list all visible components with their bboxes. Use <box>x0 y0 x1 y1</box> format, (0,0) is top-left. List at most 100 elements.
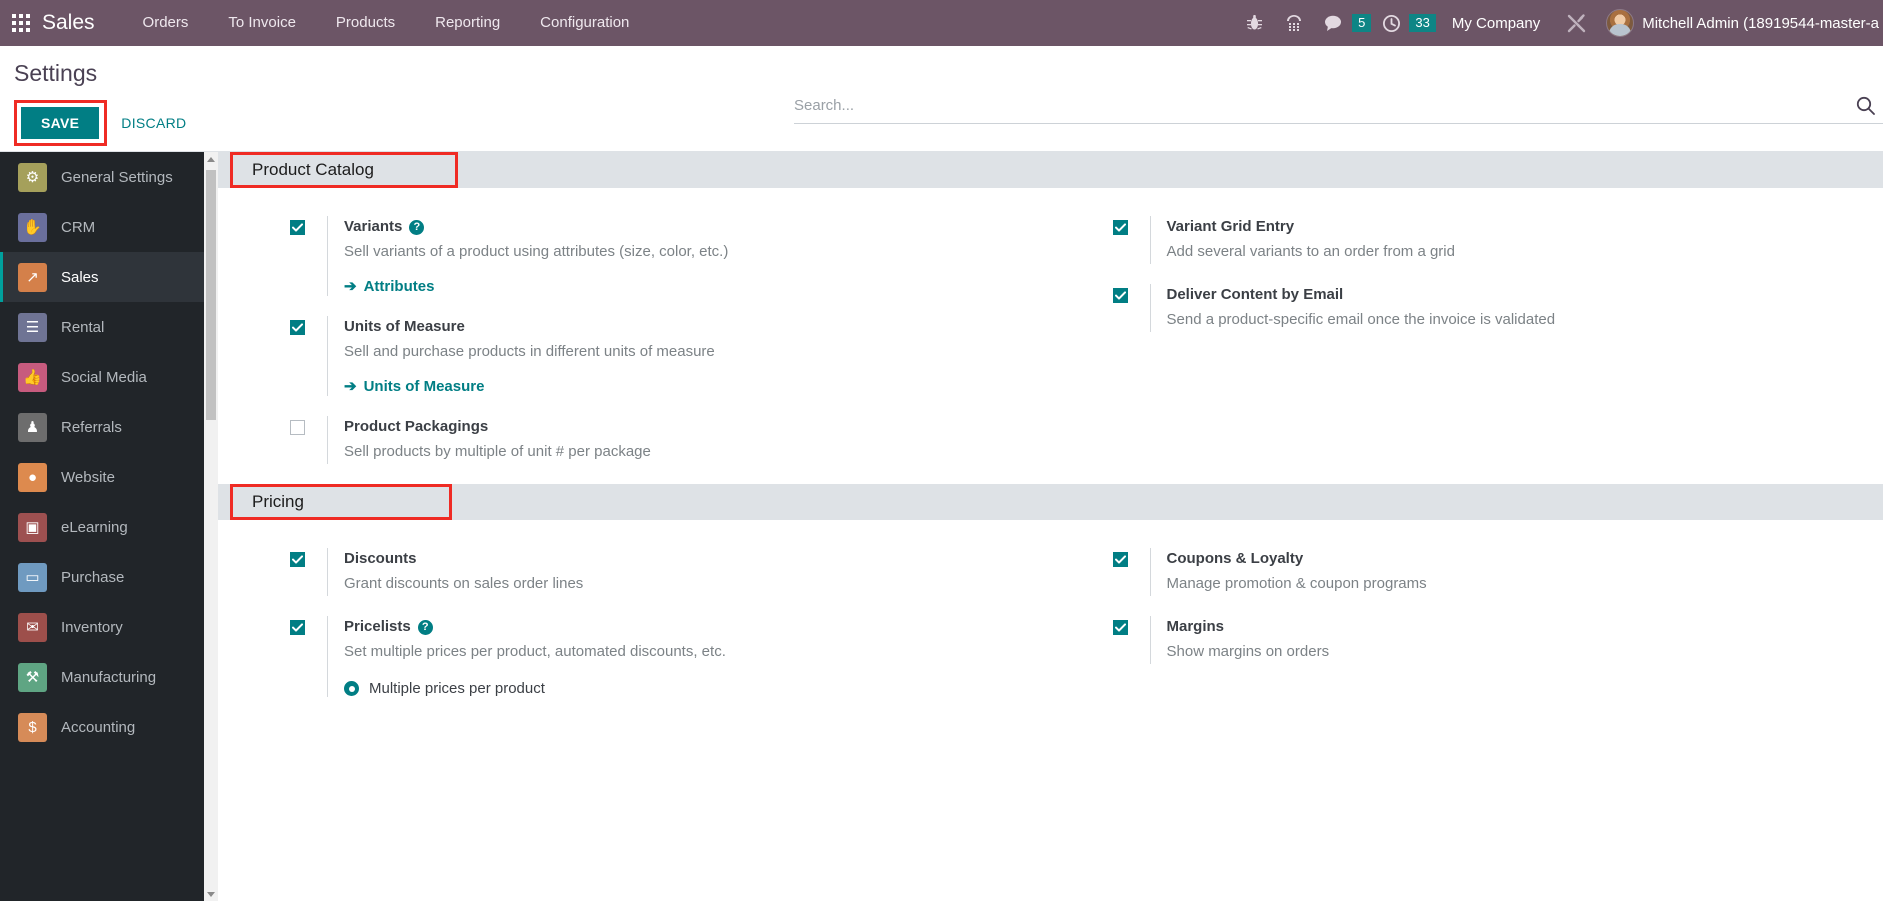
setting-label: Variants <box>344 218 403 235</box>
settings-column-left: Variants? Sell variants of a product usin… <box>218 206 1051 474</box>
radio-button[interactable] <box>344 681 359 696</box>
nav-menu-orders[interactable]: Orders <box>123 0 209 46</box>
setting-link-attributes[interactable]: ➔ Attributes <box>344 278 434 295</box>
activities-badge: 33 <box>1409 14 1436 32</box>
credit-card-icon: ▭ <box>18 562 47 592</box>
navbar-right-group: 5 33 My Company Mitchell Admin (18919544… <box>1234 0 1883 46</box>
setting-row: Coupons & Loyalty Manage promotion & coup… <box>1051 538 1883 606</box>
settings-content: Product Catalog Variants? Sell variants of… <box>218 152 1883 901</box>
sidebar-item-label: General Settings <box>61 168 173 186</box>
help-question-icon[interactable]: ? <box>417 619 433 635</box>
setting-description: Send a product-specific email once the i… <box>1166 311 1556 328</box>
sidebar-item-label: Accounting <box>61 718 136 736</box>
sidebar-item-referrals[interactable]: ♟ Referrals <box>0 402 218 452</box>
setting-description: Sell products by multiple of unit # per … <box>344 443 651 460</box>
section-title: Pricing <box>252 492 304 511</box>
checkbox-margins[interactable] <box>1112 620 1128 635</box>
company-switcher[interactable]: My Company <box>1436 15 1556 32</box>
search-input[interactable] <box>794 97 1883 118</box>
settings-section: Pricing Discounts Grant discounts on sales… <box>218 484 1883 717</box>
sidebar-item-crm[interactable]: ✋ CRM <box>0 202 218 252</box>
discard-button[interactable]: DISCARD <box>111 107 196 139</box>
invoice-dollar-icon: $ <box>18 712 47 742</box>
setting-title: Discounts <box>344 548 583 570</box>
sidebar-item-elearning[interactable]: ▣ eLearning <box>0 502 218 552</box>
checkbox-units-of-measure[interactable] <box>290 320 305 335</box>
sidebar-item-label: Sales <box>61 268 99 286</box>
scroll-up-arrow-icon[interactable] <box>204 152 218 166</box>
app-brand-sales[interactable]: Sales <box>42 11 95 35</box>
wrench-screwdriver-icon[interactable] <box>1556 0 1596 46</box>
setting-description: Sell variants of a product using attribu… <box>344 243 729 260</box>
radio-option-multiple-prices-per-product[interactable]: Multiple prices per product <box>344 680 726 697</box>
sidebar-item-inventory[interactable]: ✉ Inventory <box>0 602 218 652</box>
scroll-down-arrow-icon[interactable] <box>204 887 218 901</box>
sidebar-item-manufacturing[interactable]: ⚒ Manufacturing <box>0 652 218 702</box>
nav-menu-configuration[interactable]: Configuration <box>520 0 649 46</box>
settings-section: Product Catalog Variants? Sell variants of… <box>218 152 1883 484</box>
setting-body: Units of Measure Sell and purchase produc… <box>327 316 715 396</box>
checkbox-deliver-content-by-email[interactable] <box>1112 288 1128 303</box>
setting-label: Discounts <box>344 550 417 567</box>
checkbox-discounts[interactable] <box>290 552 305 567</box>
section-header: Product Catalog <box>218 152 1883 188</box>
user-avatar[interactable] <box>1606 9 1635 37</box>
apps-grid-icon[interactable] <box>12 14 30 32</box>
settings-column-right: Coupons & Loyalty Manage promotion & coup… <box>1051 538 1883 707</box>
sidebar-item-website[interactable]: ● Website <box>0 452 218 502</box>
sidebar-item-label: Manufacturing <box>61 668 157 686</box>
sidebar-item-label: Inventory <box>61 618 123 636</box>
setting-label: Variant Grid Entry <box>1166 218 1295 235</box>
setting-label: Coupons & Loyalty <box>1166 550 1304 567</box>
setting-link-units-of-measure[interactable]: ➔ Units of Measure <box>344 378 484 395</box>
setting-row: Product Packagings Sell products by multi… <box>218 406 1051 474</box>
sidebar-scrollbar[interactable] <box>204 152 218 901</box>
action-buttons: SAVE DISCARD <box>14 100 196 146</box>
sidebar-item-rental[interactable]: ☰ Rental <box>0 302 218 352</box>
setting-body: Margins Show margins on orders <box>1149 616 1329 664</box>
sidebar-item-social-media[interactable]: 👍 Social Media <box>0 352 218 402</box>
setting-label: Margins <box>1166 618 1225 635</box>
person-icon: ♟ <box>18 412 47 442</box>
setting-body: Product Packagings Sell products by multi… <box>327 416 651 464</box>
setting-link-label: Units of Measure <box>363 378 485 395</box>
dialpad-icon[interactable] <box>1274 0 1314 46</box>
setting-body: Discounts Grant discounts on sales order … <box>327 548 583 596</box>
chat-bubble-icon[interactable] <box>1314 0 1354 46</box>
setting-description: Set multiple prices per product, automat… <box>344 643 726 660</box>
search-view[interactable] <box>794 92 1883 124</box>
help-question-icon[interactable]: ? <box>409 219 425 235</box>
clock-icon[interactable] <box>1371 0 1411 46</box>
sidebar-item-purchase[interactable]: ▭ Purchase <box>0 552 218 602</box>
setting-row: Units of Measure Sell and purchase produc… <box>218 306 1051 406</box>
checkbox-variants[interactable] <box>290 220 305 235</box>
bug-icon[interactable] <box>1234 0 1274 46</box>
checkbox-pricelists[interactable] <box>290 620 305 635</box>
activities-counter[interactable]: 33 <box>1371 0 1436 46</box>
setting-title: Variant Grid Entry <box>1167 216 1455 238</box>
nav-menu-products[interactable]: Products <box>316 0 415 46</box>
thumbs-up-icon: 👍 <box>18 362 47 392</box>
sidebar-item-accounting[interactable]: $ Accounting <box>0 702 218 752</box>
sidebar-item-general-settings[interactable]: ⚙ General Settings <box>0 152 218 202</box>
checkbox-variant-grid-entry[interactable] <box>1112 220 1128 235</box>
setting-description: Sell and purchase products in different … <box>344 343 715 360</box>
save-button[interactable]: SAVE <box>21 107 100 139</box>
sidebar-item-label: Website <box>61 468 115 486</box>
sidebar-item-sales[interactable]: ↗ Sales <box>0 252 218 302</box>
search-icon[interactable] <box>1856 96 1875 120</box>
checkbox-coupons-loyalty[interactable] <box>1112 552 1128 567</box>
nav-menu-to-invoice[interactable]: To Invoice <box>208 0 316 46</box>
user-menu-label[interactable]: Mitchell Admin (18919544-master-a <box>1642 15 1883 32</box>
box-icon: ✉ <box>18 612 47 642</box>
nav-menu-reporting[interactable]: Reporting <box>415 0 520 46</box>
settings-column-left: Discounts Grant discounts on sales order … <box>218 538 1051 707</box>
checkbox-product-packagings[interactable] <box>290 420 305 435</box>
setting-label: Product Packagings <box>344 418 489 435</box>
setting-label: Units of Measure <box>344 318 465 335</box>
setting-description: Add several variants to an order from a … <box>1166 243 1455 260</box>
scrollbar-thumb[interactable] <box>206 170 216 420</box>
messages-counter[interactable]: 5 <box>1314 0 1372 46</box>
arrow-right-icon: ➔ <box>344 278 357 295</box>
setting-title: Product Packagings <box>344 416 651 438</box>
